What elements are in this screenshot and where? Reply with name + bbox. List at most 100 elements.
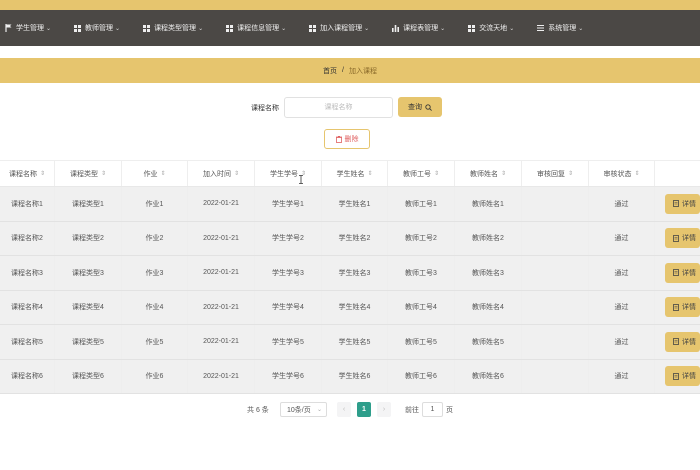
table-cell: 课程类型3 [55,256,122,290]
cell-text: 学生学号2 [272,235,304,243]
chevron-down-icon: ⌄ [281,25,287,32]
breadcrumb-home[interactable]: 首页 [323,66,337,76]
detail-button[interactable]: 详情 [665,366,700,387]
table-cell: 通过 [589,325,655,359]
sort-icon[interactable]: ⇕ [40,171,45,177]
search-button[interactable]: 查询 [398,97,442,117]
detail-button-label: 详情 [682,269,696,277]
document-icon [673,269,679,277]
column-header[interactable]: 学生学号 ⇕ [255,161,322,186]
detail-button[interactable]: 详情 [665,297,700,318]
table-cell [522,187,589,221]
nav-label: 教师管理 [85,25,114,32]
nav-item-join-course[interactable]: 加入课程管理 ⌄ [308,23,369,33]
column-header[interactable]: 作业 ⇕ [122,161,188,186]
search-input[interactable] [284,97,393,118]
table-cell: 学生姓名3 [322,256,388,290]
table-cell: 学生姓名6 [322,359,388,393]
table-cell: 学生学号3 [255,256,322,290]
nav-label: 交流天地 [479,25,508,32]
grid-icon [142,24,150,32]
table-cell [522,290,589,324]
grid-icon [225,24,233,32]
actions-cell: 详情 [655,222,700,256]
sort-icon[interactable]: ⇕ [234,171,239,177]
cell-text: 通过 [614,200,629,208]
table-cell: 通过 [589,359,655,393]
table-cell [522,325,589,359]
actions-cell: 详情 [655,360,700,394]
detail-button-label: 详情 [682,235,696,243]
sort-icon[interactable]: ⇕ [434,171,439,177]
table-cell: 教师姓名5 [455,325,522,359]
grid-icon [73,24,81,32]
cell-text: 课程名称1 [11,200,43,208]
column-header[interactable]: 审核状态 ⇕ [589,161,655,186]
column-header[interactable]: 课程类型 ⇕ [55,161,122,186]
page-size-select[interactable]: 10条/页 ⌄ [280,402,327,417]
nav-item-course-types[interactable]: 课程类型管理 ⌄ [142,23,203,33]
nav-item-system[interactable]: 系统管理 ⌄ [536,23,583,33]
cell-text: 学生学号6 [272,373,304,381]
column-header[interactable]: 教师姓名 ⇕ [455,161,522,186]
cell-text: 作业5 [145,338,164,346]
nav-item-teachers[interactable]: 教师管理 ⌄ [73,23,120,33]
cell-text: 教师工号4 [405,304,437,312]
search-form: 课程名称 查询 [0,97,700,119]
table-cell: 学生学号5 [255,325,322,359]
sort-icon[interactable]: ⇕ [367,171,372,177]
nav-item-course-info[interactable]: 课程信息管理 ⌄ [225,23,286,33]
detail-button[interactable]: 详情 [665,331,700,352]
sort-icon[interactable]: ⇕ [501,171,506,177]
cell-text: 课程名称4 [11,304,43,312]
next-page-button[interactable]: › [377,402,391,417]
table-cell: 通过 [589,187,655,221]
detail-button[interactable]: 详情 [665,228,700,249]
nav-item-forum[interactable]: 交流天地 ⌄ [467,23,514,33]
cell-text: 课程类型1 [72,200,104,208]
delete-button-label: 删除 [344,136,359,143]
sort-icon[interactable]: ⇕ [160,171,165,177]
column-header[interactable]: 课程名称 ⇕ [0,161,55,186]
column-header[interactable]: 审核回复 ⇕ [522,161,589,186]
table-cell: 教师工号5 [388,325,455,359]
delete-button[interactable]: 删除 [324,129,370,149]
goto-page-input[interactable]: 1 [422,402,443,417]
goto-label: 前往 [405,407,419,414]
mouse-cursor-icon [298,171,304,184]
sort-icon[interactable]: ⇕ [634,171,639,177]
table-cell: 课程名称2 [0,221,55,255]
trash-icon [335,135,342,143]
chevron-down-icon: ⌄ [509,25,515,32]
column-header[interactable]: 加入时间 ⇕ [188,161,255,186]
detail-button[interactable]: 详情 [665,262,700,283]
sort-icon[interactable]: ⇕ [101,171,106,177]
table-cell: 学生学号1 [255,187,322,221]
detail-button[interactable]: 详情 [665,193,700,214]
cell-text: 作业1 [145,200,164,208]
table-row: 课程名称3 课程类型3 作业3 2022-01-21 学生学号3 学生姓名3 教师工号3 教师… [0,256,700,291]
cell-text: 教师姓名6 [472,373,504,381]
column-header[interactable]: 教师工号 ⇕ [388,161,455,186]
total-count: 共 6 条 [247,407,269,414]
grid-icon [467,24,475,32]
cell-text: 2022-01-21 [203,338,239,346]
column-header[interactable]: 学生姓名 ⇕ [322,161,388,186]
cell-text: 课程类型3 [72,269,104,277]
table-cell: 学生姓名1 [322,187,388,221]
breadcrumb: 首页 / 加入课程 [0,58,700,83]
cell-text: 通过 [614,304,629,312]
chevron-down-icon: ⌄ [316,407,322,413]
table-cell: 课程名称1 [0,187,55,221]
sort-icon[interactable]: ⇕ [568,171,573,177]
document-icon [673,200,679,208]
nav-item-timetable[interactable]: 课程表管理 ⌄ [391,23,445,33]
cell-text: 通过 [614,338,629,346]
table-row: 课程名称1 课程类型1 作业1 2022-01-21 学生学号1 学生姓名1 教师工号1 教师… [0,187,700,222]
grid-icon [308,24,316,32]
search-button-label: 查询 [408,104,422,111]
prev-page-button[interactable]: ‹ [337,402,351,417]
page-number-current[interactable]: 1 [357,402,371,417]
cell-text: 通过 [614,235,629,243]
nav-item-students[interactable]: 学生管理 ⌄ [4,23,51,33]
